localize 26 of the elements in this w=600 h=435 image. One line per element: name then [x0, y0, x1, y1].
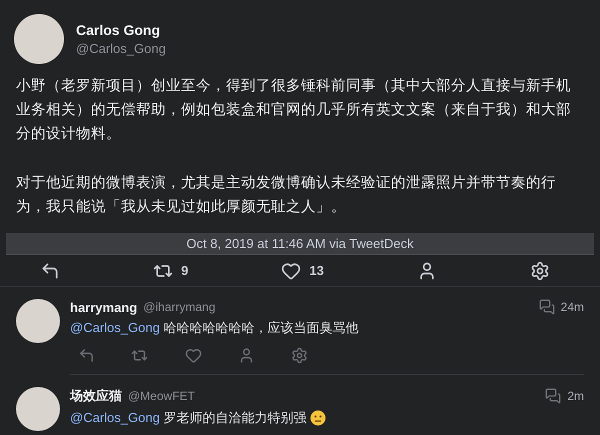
reply-time: 24m — [560, 300, 584, 314]
tweet-timestamp: Oct 8, 2019 at 11:46 AM via TweetDeck — [6, 233, 594, 256]
reply-author-name: harrymang — [70, 300, 138, 314]
avatar-placeholder[interactable] — [14, 14, 64, 64]
retweet-button[interactable]: 9 — [151, 258, 190, 283]
avatar-placeholder[interactable] — [16, 387, 60, 431]
reply-text: @Carlos_Gong 哈哈哈哈哈哈哈，应该当面臭骂他 — [70, 319, 358, 337]
reply-time: 2m — [567, 389, 584, 403]
mention-link[interactable]: @Carlos_Gong — [70, 320, 160, 335]
tweet-text: 小野（老罗新项目）创业至今，得到了很多锤科前同事（其中大部分人直接与新手机业务相关）的无偿帮助，例如包装盒和官网的几乎所有英文文案（来自于我）和大部分的设计物料。 — [16, 76, 572, 144]
reply-author-handle: @MeowFET — [128, 389, 196, 403]
settings-icon — [530, 260, 550, 281]
reply-author-handle: @iharrymang — [143, 300, 216, 314]
reply-author-name: 场效应猫 — [70, 387, 122, 405]
mention-link[interactable]: @Carlos_Gong — [70, 410, 160, 425]
conversation-icon[interactable] — [538, 299, 555, 315]
like-button[interactable] — [184, 347, 202, 364]
heart-icon — [281, 260, 302, 281]
conversation-icon[interactable] — [545, 388, 562, 404]
avatar-placeholder[interactable] — [16, 299, 60, 343]
tweet-text: 对于他近期的微博表演，尤其是主动发微博确认未经验证的泄露照片并带节奏的行为，我只能说「我从未见过如此厚颜无耻之人」。 — [16, 174, 557, 217]
reply-text: @Carlos_Gong 罗老师的自洽能力特别强 — [70, 409, 306, 427]
like-button[interactable]: 13 — [279, 258, 326, 283]
author-name: Carlos Gong — [76, 22, 162, 38]
author-handle: @Carlos_Gong — [76, 41, 166, 56]
reply-icon — [40, 260, 60, 281]
